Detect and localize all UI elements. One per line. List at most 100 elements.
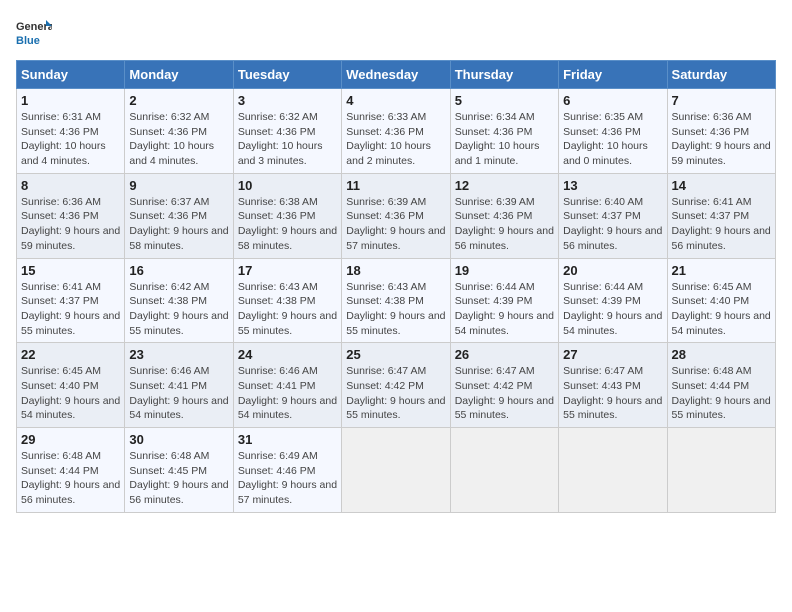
calendar-day-cell: 13 Sunrise: 6:40 AMSunset: 4:37 PMDaylig… [559,173,667,258]
day-of-week-header: Sunday [17,61,125,89]
day-number: 14 [672,178,771,193]
calendar-day-cell: 11 Sunrise: 6:39 AMSunset: 4:36 PMDaylig… [342,173,450,258]
calendar-day-cell: 24 Sunrise: 6:46 AMSunset: 4:41 PMDaylig… [233,343,341,428]
day-detail: Sunrise: 6:47 AMSunset: 4:43 PMDaylight:… [563,365,662,421]
day-number: 28 [672,347,771,362]
logo: General Blue [16,16,52,52]
day-number: 26 [455,347,554,362]
calendar-day-cell: 2 Sunrise: 6:32 AMSunset: 4:36 PMDayligh… [125,89,233,174]
day-detail: Sunrise: 6:35 AMSunset: 4:36 PMDaylight:… [563,111,648,167]
day-detail: Sunrise: 6:47 AMSunset: 4:42 PMDaylight:… [455,365,554,421]
calendar-day-cell: 26 Sunrise: 6:47 AMSunset: 4:42 PMDaylig… [450,343,558,428]
calendar-day-cell: 7 Sunrise: 6:36 AMSunset: 4:36 PMDayligh… [667,89,775,174]
day-number: 19 [455,263,554,278]
calendar-table: SundayMondayTuesdayWednesdayThursdayFrid… [16,60,776,513]
day-of-week-header: Friday [559,61,667,89]
calendar-day-cell: 18 Sunrise: 6:43 AMSunset: 4:38 PMDaylig… [342,258,450,343]
day-detail: Sunrise: 6:49 AMSunset: 4:46 PMDaylight:… [238,450,337,506]
day-number: 17 [238,263,337,278]
day-number: 31 [238,432,337,447]
day-number: 10 [238,178,337,193]
day-number: 8 [21,178,120,193]
calendar-day-cell: 3 Sunrise: 6:32 AMSunset: 4:36 PMDayligh… [233,89,341,174]
day-number: 20 [563,263,662,278]
day-number: 16 [129,263,228,278]
day-detail: Sunrise: 6:39 AMSunset: 4:36 PMDaylight:… [346,196,445,252]
svg-text:Blue: Blue [16,35,40,47]
empty-cell [667,428,775,513]
calendar-day-cell: 22 Sunrise: 6:45 AMSunset: 4:40 PMDaylig… [17,343,125,428]
day-number: 4 [346,93,445,108]
calendar-day-cell: 15 Sunrise: 6:41 AMSunset: 4:37 PMDaylig… [17,258,125,343]
day-number: 25 [346,347,445,362]
day-number: 18 [346,263,445,278]
calendar-day-cell: 25 Sunrise: 6:47 AMSunset: 4:42 PMDaylig… [342,343,450,428]
calendar-day-cell: 12 Sunrise: 6:39 AMSunset: 4:36 PMDaylig… [450,173,558,258]
day-detail: Sunrise: 6:41 AMSunset: 4:37 PMDaylight:… [21,281,120,337]
day-detail: Sunrise: 6:37 AMSunset: 4:36 PMDaylight:… [129,196,228,252]
calendar-day-cell: 19 Sunrise: 6:44 AMSunset: 4:39 PMDaylig… [450,258,558,343]
day-detail: Sunrise: 6:44 AMSunset: 4:39 PMDaylight:… [563,281,662,337]
day-detail: Sunrise: 6:43 AMSunset: 4:38 PMDaylight:… [346,281,445,337]
day-of-week-header: Tuesday [233,61,341,89]
calendar-day-cell: 16 Sunrise: 6:42 AMSunset: 4:38 PMDaylig… [125,258,233,343]
day-number: 15 [21,263,120,278]
day-detail: Sunrise: 6:43 AMSunset: 4:38 PMDaylight:… [238,281,337,337]
day-number: 27 [563,347,662,362]
day-number: 21 [672,263,771,278]
day-detail: Sunrise: 6:47 AMSunset: 4:42 PMDaylight:… [346,365,445,421]
day-number: 11 [346,178,445,193]
day-of-week-header: Saturday [667,61,775,89]
calendar-day-cell: 5 Sunrise: 6:34 AMSunset: 4:36 PMDayligh… [450,89,558,174]
calendar-day-cell: 17 Sunrise: 6:43 AMSunset: 4:38 PMDaylig… [233,258,341,343]
empty-cell [559,428,667,513]
day-detail: Sunrise: 6:32 AMSunset: 4:36 PMDaylight:… [238,111,323,167]
day-detail: Sunrise: 6:31 AMSunset: 4:36 PMDaylight:… [21,111,106,167]
calendar-day-cell: 29 Sunrise: 6:48 AMSunset: 4:44 PMDaylig… [17,428,125,513]
day-number: 1 [21,93,120,108]
day-detail: Sunrise: 6:46 AMSunset: 4:41 PMDaylight:… [129,365,228,421]
day-number: 23 [129,347,228,362]
day-number: 12 [455,178,554,193]
day-detail: Sunrise: 6:33 AMSunset: 4:36 PMDaylight:… [346,111,431,167]
day-detail: Sunrise: 6:34 AMSunset: 4:36 PMDaylight:… [455,111,540,167]
calendar-day-cell: 14 Sunrise: 6:41 AMSunset: 4:37 PMDaylig… [667,173,775,258]
day-of-week-header: Monday [125,61,233,89]
day-detail: Sunrise: 6:48 AMSunset: 4:44 PMDaylight:… [672,365,771,421]
day-number: 2 [129,93,228,108]
day-detail: Sunrise: 6:48 AMSunset: 4:45 PMDaylight:… [129,450,228,506]
calendar-day-cell: 9 Sunrise: 6:37 AMSunset: 4:36 PMDayligh… [125,173,233,258]
calendar-day-cell: 23 Sunrise: 6:46 AMSunset: 4:41 PMDaylig… [125,343,233,428]
header: General Blue [16,16,776,52]
calendar-day-cell: 30 Sunrise: 6:48 AMSunset: 4:45 PMDaylig… [125,428,233,513]
calendar-day-cell: 10 Sunrise: 6:38 AMSunset: 4:36 PMDaylig… [233,173,341,258]
day-detail: Sunrise: 6:45 AMSunset: 4:40 PMDaylight:… [21,365,120,421]
day-of-week-header: Thursday [450,61,558,89]
day-detail: Sunrise: 6:42 AMSunset: 4:38 PMDaylight:… [129,281,228,337]
logo-svg: General Blue [16,16,52,52]
day-detail: Sunrise: 6:46 AMSunset: 4:41 PMDaylight:… [238,365,337,421]
day-detail: Sunrise: 6:44 AMSunset: 4:39 PMDaylight:… [455,281,554,337]
day-number: 30 [129,432,228,447]
calendar-day-cell: 21 Sunrise: 6:45 AMSunset: 4:40 PMDaylig… [667,258,775,343]
day-number: 29 [21,432,120,447]
day-number: 3 [238,93,337,108]
calendar-day-cell: 1 Sunrise: 6:31 AMSunset: 4:36 PMDayligh… [17,89,125,174]
calendar-day-cell: 20 Sunrise: 6:44 AMSunset: 4:39 PMDaylig… [559,258,667,343]
day-detail: Sunrise: 6:38 AMSunset: 4:36 PMDaylight:… [238,196,337,252]
day-number: 9 [129,178,228,193]
day-detail: Sunrise: 6:36 AMSunset: 4:36 PMDaylight:… [21,196,120,252]
calendar-day-cell: 27 Sunrise: 6:47 AMSunset: 4:43 PMDaylig… [559,343,667,428]
day-number: 24 [238,347,337,362]
day-detail: Sunrise: 6:45 AMSunset: 4:40 PMDaylight:… [672,281,771,337]
day-detail: Sunrise: 6:32 AMSunset: 4:36 PMDaylight:… [129,111,214,167]
calendar-day-cell: 4 Sunrise: 6:33 AMSunset: 4:36 PMDayligh… [342,89,450,174]
day-number: 22 [21,347,120,362]
day-detail: Sunrise: 6:40 AMSunset: 4:37 PMDaylight:… [563,196,662,252]
empty-cell [450,428,558,513]
day-detail: Sunrise: 6:39 AMSunset: 4:36 PMDaylight:… [455,196,554,252]
calendar-day-cell: 31 Sunrise: 6:49 AMSunset: 4:46 PMDaylig… [233,428,341,513]
day-number: 6 [563,93,662,108]
calendar-day-cell: 6 Sunrise: 6:35 AMSunset: 4:36 PMDayligh… [559,89,667,174]
calendar-day-cell: 28 Sunrise: 6:48 AMSunset: 4:44 PMDaylig… [667,343,775,428]
